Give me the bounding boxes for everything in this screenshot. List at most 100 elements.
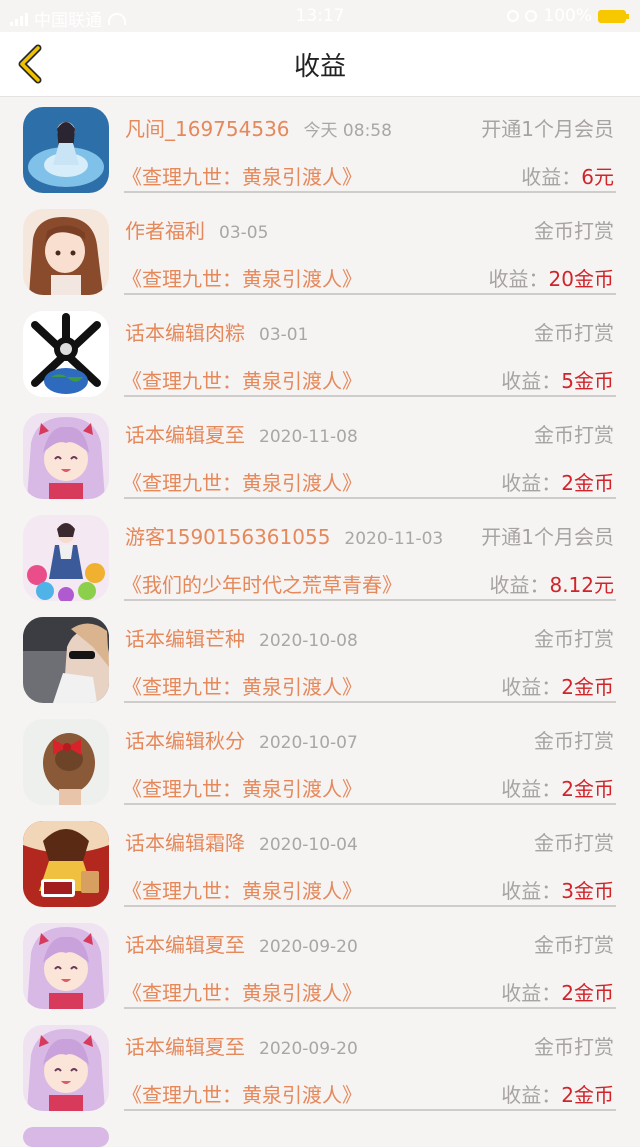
divider	[124, 1109, 616, 1111]
record-type: 金币打赏	[534, 831, 614, 855]
battery-percent: 100%	[543, 6, 592, 26]
income-label: 收益：	[501, 369, 562, 393]
book-title-link[interactable]: 《查理九世：黄泉引渡人》	[122, 161, 362, 190]
income-record[interactable]: 游客1590156361055 2020-11-03 开通1个月会员 《我们的少年…	[0, 505, 640, 607]
income-amount: 3金币	[561, 879, 614, 903]
divider	[124, 293, 616, 295]
income-record[interactable]: 话本编辑肉粽 03-01 金币打赏 《查理九世：黄泉引渡人》 收益：5金币	[0, 301, 640, 403]
income-amount: 8.12元	[549, 573, 614, 597]
clock: 13:17	[295, 6, 345, 26]
record-date: 2020-10-07	[259, 733, 358, 753]
avatar	[23, 923, 109, 1009]
record-date: 今天 08:58	[303, 121, 392, 141]
book-title-link[interactable]: 《查理九世：黄泉引渡人》	[122, 365, 362, 394]
avatar	[23, 1025, 109, 1111]
record-type: 金币打赏	[534, 933, 614, 957]
income-record[interactable]: 话本编辑夏至 2020-09-20 金币打赏 《查理九世：黄泉引渡人》 收益：2金…	[0, 1015, 640, 1117]
record-date: 2020-11-03	[344, 529, 444, 549]
book-title-link[interactable]: 《查理九世：黄泉引渡人》	[122, 263, 362, 292]
record-type: 金币打赏	[534, 729, 614, 753]
income-label: 收益：	[489, 573, 550, 597]
avatar	[23, 1127, 109, 1147]
book-title-link[interactable]: 《我们的少年时代之荒草青春》	[122, 569, 402, 598]
income-label: 收益：	[501, 777, 562, 801]
divider	[124, 803, 616, 805]
divider	[124, 599, 616, 601]
book-title-link[interactable]: 《查理九世：黄泉引渡人》	[122, 467, 362, 496]
record-type: 开通1个月会员	[481, 117, 614, 141]
income-record[interactable]: 凡间_169754536 今天 08:58 开通1个月会员 《查理九世：黄泉引渡人…	[0, 97, 640, 199]
income-amount: 6元	[581, 165, 614, 189]
income-record[interactable]: 话本编辑夏至 2020-11-08 金币打赏 《查理九世：黄泉引渡人》 收益：2金…	[0, 403, 640, 505]
record-date: 03-01	[259, 325, 309, 345]
record-type: 金币打赏	[534, 627, 614, 651]
battery-icon	[598, 9, 629, 23]
username: 话本编辑夏至	[125, 933, 245, 957]
income-record[interactable]: 作者福利 03-05 金币打赏 《查理九世：黄泉引渡人》 收益：20金币	[0, 199, 640, 301]
record-date: 2020-09-20	[259, 1039, 358, 1059]
avatar	[23, 719, 109, 805]
record-type: 开通1个月会员	[481, 525, 614, 549]
username: 话本编辑霜降	[125, 831, 245, 855]
income-record[interactable]: 话本编辑霜降 2020-10-04 金币打赏 《查理九世：黄泉引渡人》 收益：3金…	[0, 811, 640, 913]
income-record[interactable]: 话本编辑夏至 2020-09-20 金币打赏 《查理九世：黄泉引渡人》 收益：2金…	[0, 913, 640, 1015]
username: 话本编辑夏至	[125, 423, 245, 447]
income-label: 收益：	[488, 267, 549, 291]
income-label: 收益：	[501, 675, 562, 699]
username: 话本编辑肉粽	[125, 321, 245, 345]
book-title-link[interactable]: 《查理九世：黄泉引渡人》	[122, 1079, 362, 1108]
income-amount: 2金币	[561, 777, 614, 801]
avatar	[23, 107, 109, 193]
divider	[124, 701, 616, 703]
income-amount: 2金币	[561, 471, 614, 495]
alarm-icon	[507, 10, 520, 22]
divider	[124, 905, 616, 907]
avatar	[23, 311, 109, 397]
avatar	[23, 209, 109, 295]
income-amount: 2金币	[561, 675, 614, 699]
avatar	[23, 617, 109, 703]
record-type: 金币打赏	[534, 321, 614, 345]
divider	[124, 1007, 616, 1009]
book-title-link[interactable]: 《查理九世：黄泉引渡人》	[122, 671, 362, 700]
status-bar: 中国联通 13:17 100%	[0, 0, 640, 32]
avatar	[23, 821, 109, 907]
income-record-partial[interactable]	[0, 1117, 640, 1147]
divider	[124, 395, 616, 397]
divider	[124, 497, 616, 499]
record-date: 2020-10-04	[259, 835, 358, 855]
book-title-link[interactable]: 《查理九世：黄泉引渡人》	[122, 773, 362, 802]
income-record[interactable]: 话本编辑秋分 2020-10-07 金币打赏 《查理九世：黄泉引渡人》 收益：2金…	[0, 709, 640, 811]
navigation-bar: 收益	[0, 32, 640, 97]
income-label: 收益：	[501, 1083, 562, 1107]
income-label: 收益：	[501, 879, 562, 903]
income-amount: 2金币	[561, 981, 614, 1005]
divider	[124, 191, 616, 193]
rotation-lock-icon	[525, 10, 538, 22]
income-amount: 20金币	[548, 267, 614, 291]
username: 游客1590156361055	[125, 525, 331, 549]
record-type: 金币打赏	[534, 1035, 614, 1059]
username: 话本编辑芒种	[125, 627, 245, 651]
avatar	[23, 413, 109, 499]
page-title: 收益	[293, 52, 346, 82]
income-amount: 2金币	[561, 1083, 614, 1107]
record-date: 03-05	[219, 223, 269, 243]
income-label: 收益：	[501, 981, 562, 1005]
record-date: 2020-10-08	[259, 631, 358, 651]
avatar	[23, 515, 109, 601]
username: 凡间_169754536	[125, 117, 290, 141]
username: 话本编辑夏至	[125, 1035, 245, 1059]
income-label: 收益：	[501, 471, 562, 495]
username: 作者福利	[125, 219, 205, 243]
income-amount: 5金币	[561, 369, 614, 393]
record-type: 金币打赏	[534, 423, 614, 447]
record-date: 2020-11-08	[259, 427, 358, 447]
income-record[interactable]: 话本编辑芒种 2020-10-08 金币打赏 《查理九世：黄泉引渡人》 收益：2金…	[0, 607, 640, 709]
record-type: 金币打赏	[534, 219, 614, 243]
username: 话本编辑秋分	[125, 729, 245, 753]
income-label: 收益：	[521, 165, 582, 189]
book-title-link[interactable]: 《查理九世：黄泉引渡人》	[122, 977, 362, 1006]
book-title-link[interactable]: 《查理九世：黄泉引渡人》	[122, 875, 362, 904]
record-date: 2020-09-20	[259, 937, 358, 957]
